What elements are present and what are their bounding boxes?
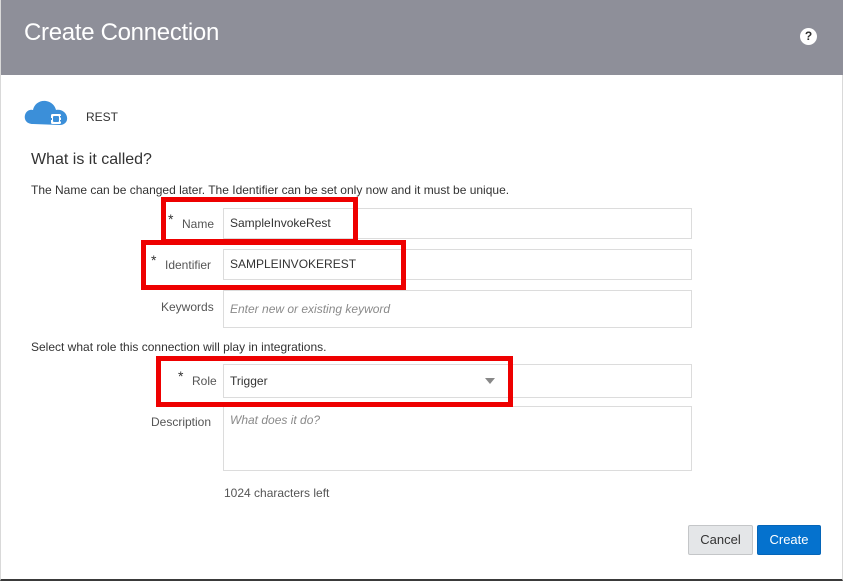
required-marker: *	[178, 368, 184, 384]
role-select[interactable]: Trigger	[223, 364, 692, 398]
name-hint-text: The Name can be changed later. The Ident…	[31, 183, 510, 197]
name-label: Name	[182, 217, 215, 231]
required-marker: *	[168, 211, 174, 227]
role-label: Role	[192, 374, 217, 388]
cloud-plug-icon	[24, 100, 68, 125]
role-hint-text: Select what role this connection will pl…	[31, 340, 327, 354]
keywords-label: Keywords	[161, 300, 214, 314]
section-heading: What is it called?	[31, 151, 152, 168]
create-connection-dialog: Create Connection ? REST What is it call…	[0, 0, 843, 581]
identifier-label: Identifier	[165, 258, 212, 272]
characters-left-counter: 1024 characters left	[224, 486, 330, 500]
dialog-title: Create Connection	[24, 19, 220, 46]
adapter-name: REST	[86, 110, 119, 124]
chevron-down-icon[interactable]	[485, 378, 495, 384]
description-textarea[interactable]: What does it do?	[223, 406, 692, 471]
dialog-header: Create Connection ?	[1, 0, 843, 75]
create-button[interactable]: Create	[757, 525, 821, 555]
help-icon[interactable]: ?	[800, 28, 817, 45]
required-marker: *	[151, 252, 157, 268]
description-label: Description	[151, 415, 212, 429]
keywords-input[interactable]: Enter new or existing keyword	[223, 290, 692, 328]
name-field[interactable]: SampleInvokeRest	[223, 208, 692, 239]
identifier-field[interactable]: SAMPLEINVOKEREST	[223, 249, 692, 280]
cancel-button[interactable]: Cancel	[688, 525, 753, 555]
